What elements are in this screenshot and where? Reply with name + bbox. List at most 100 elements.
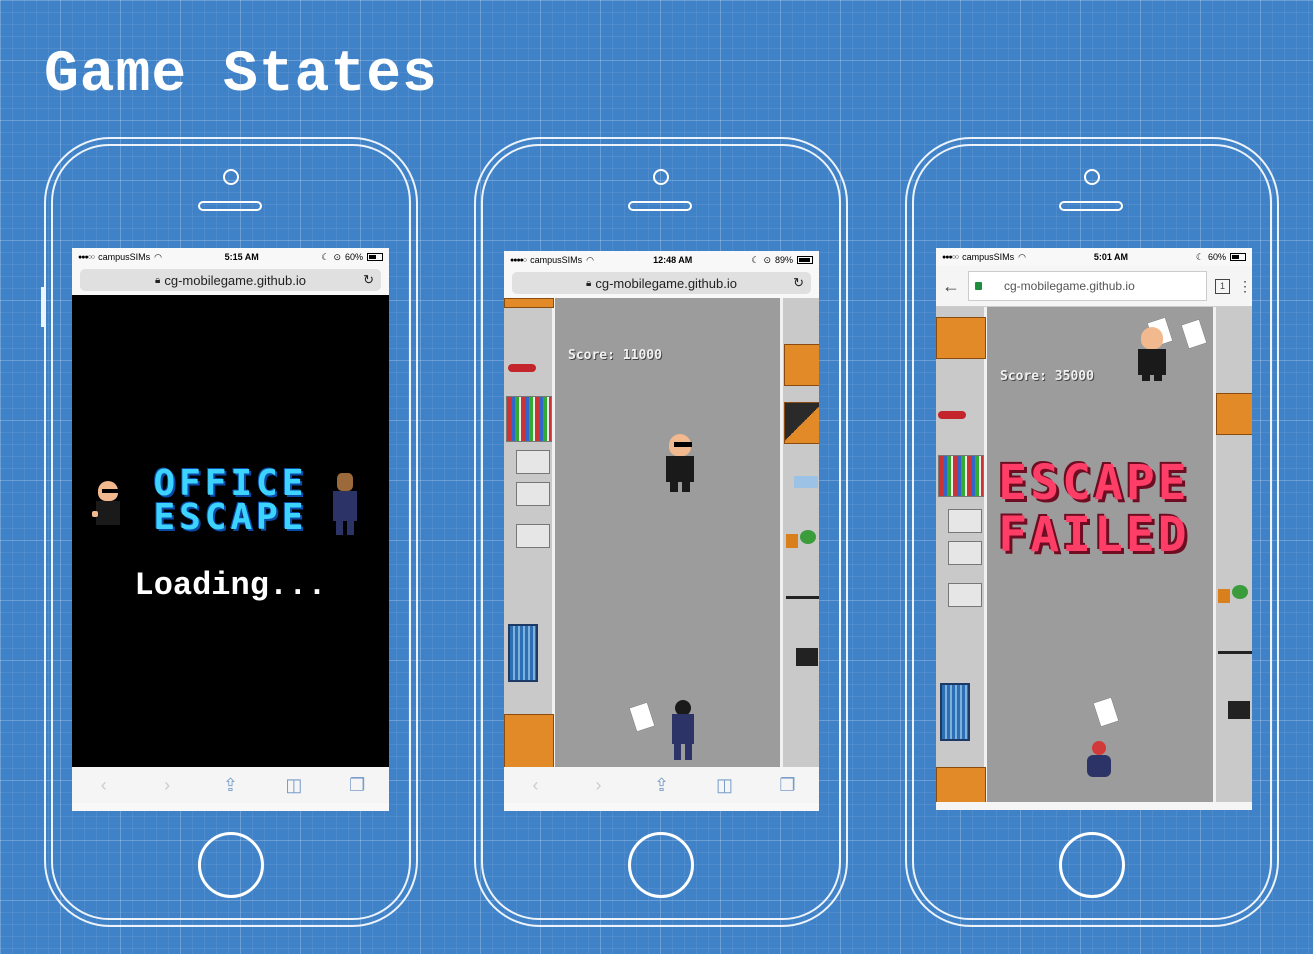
lock-icon: 🔒︎ (155, 274, 161, 286)
forward-icon[interactable]: › (584, 775, 614, 796)
escape-failed-banner: ESCAPE FAILED (936, 457, 1252, 561)
moon-icon: ☾ (1195, 251, 1204, 262)
score-label: Score: 11000 (568, 348, 662, 363)
carrier-label: campusSIMs (530, 255, 583, 265)
bookmarks-icon[interactable]: ◫ (710, 775, 740, 796)
rotation-lock-icon: ⊙ (333, 251, 341, 262)
desk (504, 714, 554, 767)
share-icon[interactable]: ⇪ (215, 775, 245, 796)
bookmarks-icon[interactable]: ◫ (279, 775, 309, 796)
desk (784, 402, 819, 444)
battery-icon (797, 256, 813, 264)
home-button[interactable] (198, 832, 264, 898)
score-label: Score: 35000 (1000, 369, 1094, 384)
desk (504, 298, 554, 308)
status-bar: ●●●●○ campusSIMs ◠ 12:48 AM ☾ ⊙ 89% (504, 251, 819, 269)
url-text: cg-mobilegame.github.io (595, 275, 737, 291)
address-bar[interactable]: 🔒︎ cg-mobilegame.github.io ↻ (80, 269, 381, 291)
address-bar[interactable]: cg-mobilegame.github.io (968, 271, 1207, 301)
file-cabinet (516, 524, 550, 548)
game-canvas[interactable]: OFFICE ESCAPE Loading... (72, 295, 389, 767)
chrome-toolbar: ← cg-mobilegame.github.io 1 ⋮ (936, 266, 1252, 307)
back-icon[interactable]: ← (942, 276, 960, 297)
signal-icon: ●●●○○ (78, 253, 95, 261)
guard-sprite (670, 700, 696, 762)
wifi-icon: ◠ (586, 254, 595, 265)
paper-document (1092, 696, 1120, 728)
file-cabinet (516, 482, 550, 506)
railing (786, 596, 819, 599)
player-sprite (1136, 327, 1170, 383)
camera-icon (653, 169, 669, 185)
share-icon[interactable]: ⇪ (647, 775, 677, 796)
camera-icon (223, 169, 239, 185)
signal-icon: ●●●●○ (510, 256, 527, 264)
plant-leaves (1232, 585, 1248, 599)
address-bar[interactable]: 🔒︎ cg-mobilegame.github.io ↻ (512, 272, 811, 294)
battery-percent: 60% (344, 252, 363, 262)
desk (936, 317, 986, 359)
speaker-grille (198, 201, 262, 211)
tabs-icon[interactable]: 1 (1215, 278, 1230, 294)
forward-icon[interactable]: › (152, 775, 182, 796)
speaker-grille (1059, 201, 1123, 211)
reload-icon[interactable]: ↻ (363, 272, 374, 288)
player-sprite (664, 434, 698, 494)
battery-icon (367, 253, 383, 261)
camera-icon (1084, 169, 1100, 185)
page-title: Game States (44, 43, 438, 108)
plant-leaves (800, 530, 816, 544)
back-icon[interactable]: ‹ (521, 775, 551, 796)
caught-guard-sprite (1084, 741, 1114, 781)
phone-game-over: ●●●○○ campusSIMs ◠ 5:01 AM ☾ 60% ← cg-mo… (905, 137, 1279, 927)
chair (1228, 701, 1250, 719)
safari-toolbar: ‹ › ⇪ ◫ ❐ (72, 767, 389, 803)
carrier-label: campusSIMs (962, 252, 1015, 262)
paper-document (1180, 318, 1208, 350)
bookshelf (506, 396, 552, 442)
moon-icon: ☾ (751, 254, 760, 265)
file-cabinet (948, 583, 982, 607)
rug (508, 624, 538, 682)
paper-document (628, 701, 656, 733)
phone-loading: ●●●○○ campusSIMs ◠ 5:15 AM ☾ ⊙ 60% 🔒︎ cg… (41, 137, 418, 927)
status-bar: ●●●○○ campusSIMs ◠ 5:01 AM ☾ 60% (936, 248, 1252, 266)
signal-icon: ●●●○○ (942, 253, 959, 261)
speaker-grille (628, 201, 692, 211)
home-button[interactable] (1059, 832, 1125, 898)
guard-character-sprite (330, 473, 360, 537)
screen: ●●●●○ campusSIMs ◠ 12:48 AM ☾ ⊙ 89% 🔒︎ c… (504, 251, 819, 811)
battery-icon (1229, 253, 1246, 261)
loading-text: Loading... (134, 567, 327, 604)
wifi-icon: ◠ (154, 251, 163, 262)
tabs-icon[interactable]: ❐ (773, 775, 803, 796)
file-cabinet (516, 450, 550, 474)
volume-button (41, 287, 44, 327)
plant (786, 534, 798, 548)
battery-percent: 60% (1207, 252, 1226, 262)
status-time: 5:15 AM (224, 252, 259, 262)
reload-icon[interactable]: ↻ (793, 275, 804, 291)
failed-line-failed: FAILED (998, 507, 1190, 563)
menu-icon[interactable]: ⋮ (1238, 278, 1252, 295)
desk (784, 344, 819, 386)
failed-line-escape: ESCAPE (998, 455, 1190, 511)
status-time: 12:48 AM (653, 255, 693, 265)
desk (1216, 393, 1252, 435)
lock-icon (975, 282, 982, 290)
plant (1218, 589, 1230, 603)
carrier-label: campusSIMs (98, 252, 151, 262)
rotation-lock-icon: ⊙ (763, 254, 771, 265)
game-canvas[interactable]: Score: 11000 (504, 298, 819, 767)
desk (936, 767, 986, 802)
rug (940, 683, 970, 741)
tabs-icon[interactable]: ❐ (342, 775, 372, 796)
game-canvas[interactable]: Score: 35000 ESCAPE FAILED (936, 307, 1252, 802)
screen: ●●●○○ campusSIMs ◠ 5:15 AM ☾ ⊙ 60% 🔒︎ cg… (72, 248, 389, 811)
home-button[interactable] (628, 832, 694, 898)
back-icon[interactable]: ‹ (89, 775, 119, 796)
lock-icon: 🔒︎ (586, 277, 592, 289)
url-text: cg-mobilegame.github.io (164, 272, 306, 288)
moon-icon: ☾ (321, 251, 330, 262)
railing (1218, 651, 1252, 654)
